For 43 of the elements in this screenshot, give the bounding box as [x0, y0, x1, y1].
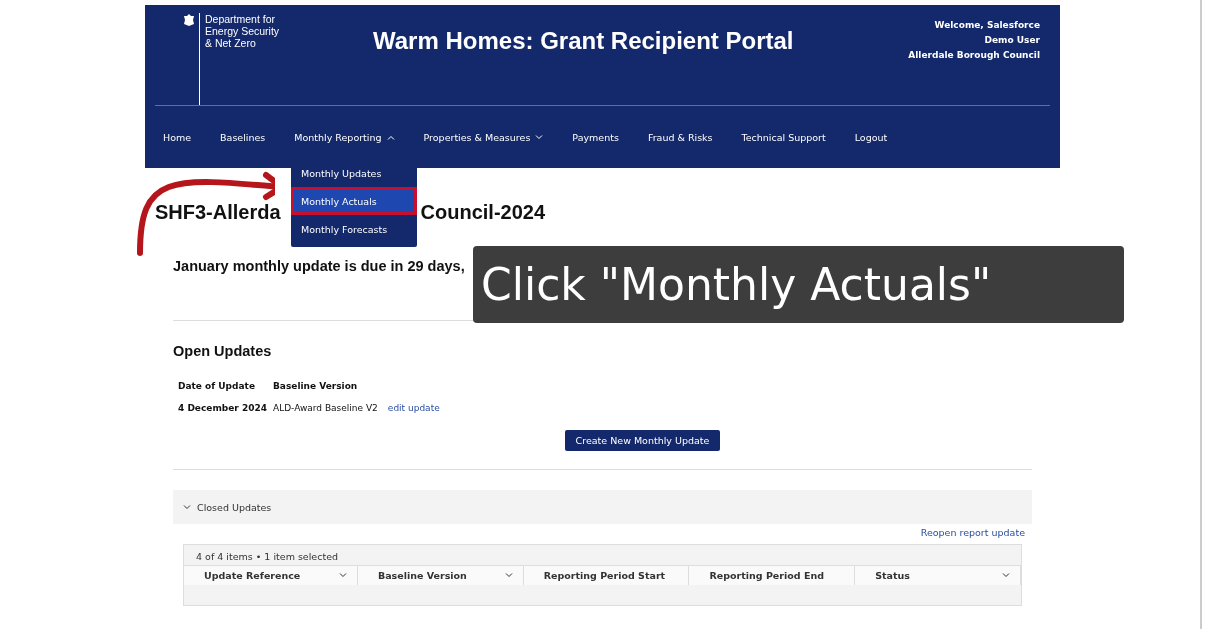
nav-link[interactable]: Properties & Measures	[423, 132, 544, 143]
user-info: Allerdale Borough Council	[908, 49, 1040, 62]
user-info: Welcome, Salesforce	[933, 19, 1040, 32]
portal-title: Warm Homes: Grant Recipient Portal	[373, 26, 795, 56]
chevron-icon	[183, 504, 191, 510]
crest-icon	[183, 13, 195, 27]
column-header[interactable]: Reporting Period Start	[523, 566, 690, 585]
column-header[interactable]: Reporting Period End	[689, 566, 856, 585]
section-heading: Open Updates	[173, 343, 273, 359]
nav-link[interactable]: Technical Support	[741, 132, 826, 143]
nav-link[interactable]: Monthly Reporting	[294, 132, 395, 143]
nav-link[interactable]: Home	[163, 132, 192, 143]
column-header[interactable]: Baseline Version	[357, 566, 524, 585]
column-header: Date of Update	[178, 381, 256, 391]
items-summary: 4 of 4 items • 1 item selected	[195, 550, 339, 562]
department-logo-text: Department for Energy Security & Net Zero	[199, 13, 280, 105]
caret-icon	[504, 573, 513, 578]
create-update-button[interactable]: Create New Monthly Update	[564, 430, 721, 451]
caret-icon	[1002, 573, 1010, 578]
page-title: Council-2024	[420, 201, 546, 224]
menu-item[interactable]: Monthly Forecasts	[291, 215, 417, 243]
column-header[interactable]: Update Reference	[184, 566, 358, 585]
instruction-callout: Click "Monthly Actuals"	[473, 246, 1124, 323]
nav-link[interactable]: Logout	[854, 132, 888, 143]
caret-icon	[535, 135, 544, 140]
nav-link[interactable]: Payments	[572, 132, 619, 143]
reopen-link[interactable]: Reopen report update	[920, 527, 1025, 538]
caret-icon	[386, 135, 395, 140]
section-label: Closed Updates	[197, 501, 272, 513]
user-info: Demo User	[983, 34, 1040, 47]
menu-item[interactable]: Monthly Actuals	[291, 187, 417, 215]
page-title: SHF3-Allerda	[155, 201, 281, 224]
table-cell-text: 4 December 2024	[178, 403, 268, 413]
nav-link[interactable]: Fraud & Risks	[647, 132, 713, 143]
table-cell: ALD-Award Baseline V2	[273, 403, 378, 413]
edit-update-link[interactable]: edit update	[377, 403, 440, 413]
caret-icon	[338, 573, 347, 578]
due-notice: January monthly update is due in 29 days,	[173, 258, 466, 274]
closed-updates-header[interactable]: Closed Updates	[173, 490, 1032, 524]
menu-item[interactable]: Monthly Updates	[291, 159, 417, 187]
column-header: Baseline Version	[273, 381, 359, 391]
column-header[interactable]: Status	[855, 566, 1021, 585]
nav-link[interactable]: Baselines	[220, 132, 266, 143]
